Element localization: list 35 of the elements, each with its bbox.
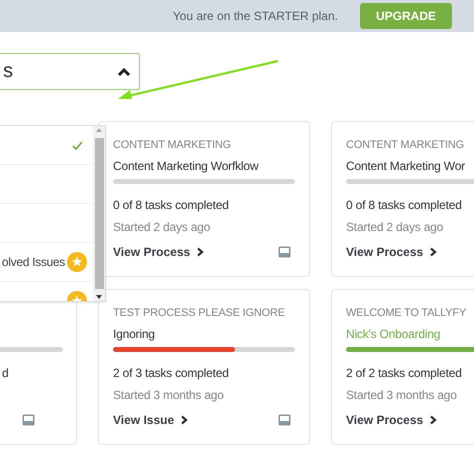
view-link[interactable]: View Process [346,413,438,427]
card-title: Content Marketing Worfklow [113,159,260,175]
scroll-down-icon[interactable] [93,293,105,301]
card-category: WELCOME TO TALLYFY [346,306,468,321]
card-category: CONTENT MARKETING [346,138,466,153]
tasks-count: 0 of 8 tasks completed [346,197,463,214]
tasks-count: 0 of 8 tasks completed [113,197,230,214]
view-link[interactable]: View Process [346,245,438,259]
inbox-icon[interactable] [278,414,291,426]
view-link[interactable]: View Issue [113,413,188,427]
chevron-right-icon [429,415,438,425]
started-time: Started 2 days ago [113,219,212,236]
inbox-icon[interactable] [278,246,291,258]
scroll-up-icon[interactable] [93,126,105,134]
tasks-count: 2 of 2 tasks completed [346,365,463,382]
started-time: Started 2 days ago [346,219,444,236]
scrollbar[interactable] [93,126,105,301]
chevron-right-icon [180,415,188,425]
process-filter-dropdown[interactable]: s [0,53,140,90]
card-title: Content Marketing Wor [346,159,466,175]
tasks-count: d [2,365,10,382]
view-link[interactable]: View Process [113,245,204,259]
card-title: Ignoring [113,327,156,343]
dropdown-option[interactable]: olved Issues [0,243,93,282]
started-time: Started 3 months ago [346,387,458,404]
chevron-right-icon [429,247,438,257]
inbox-icon[interactable] [22,414,35,426]
chevron-icon [117,66,131,76]
card-category: TEST PROCESS PLEASE IGNORE [113,306,286,321]
tasks-count: 2 of 3 tasks completed [113,365,230,382]
card-category: CONTENT MARKETING [113,138,232,153]
plan-message: You are on the STARTER plan. [172,9,338,23]
started-time: Started 3 months ago [113,387,225,404]
card-title: Nick's Onboarding [346,327,442,343]
chevron-right-icon [196,247,204,257]
